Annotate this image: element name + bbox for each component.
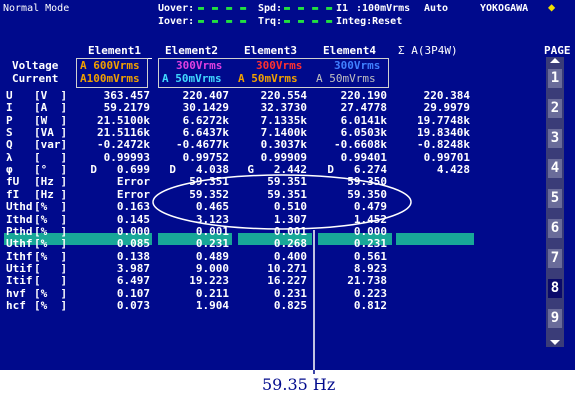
meter-screen: Normal Mode Uover: ▬ ▬ ▬ ▬ Iover: ▬ ▬ ▬ … (0, 0, 575, 370)
annotation-label: 59.35 Hz (262, 375, 336, 394)
frequency-ellipse (152, 174, 412, 230)
annotation-overlay (152, 174, 412, 370)
